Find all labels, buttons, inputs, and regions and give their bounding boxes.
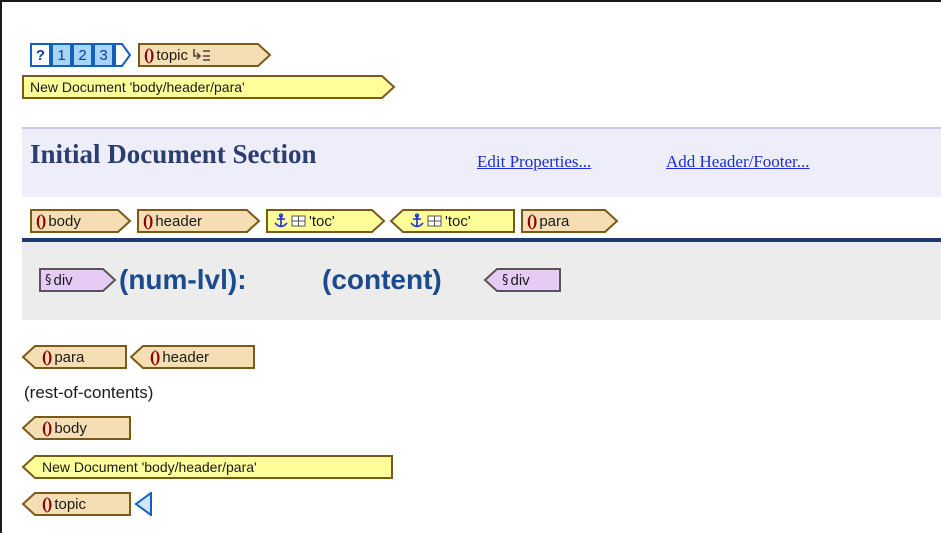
level-2-label: 2 <box>78 46 87 64</box>
header-start-tag[interactable]: () header <box>137 209 261 233</box>
toc-outline-icon <box>193 49 211 61</box>
element-icon: () <box>36 211 46 230</box>
level-1-label: 1 <box>57 46 66 64</box>
document-end-marker-icon <box>134 492 152 516</box>
topic-end-label: topic <box>54 495 87 513</box>
element-icon: () <box>144 45 154 64</box>
div-start-label: div <box>53 271 73 289</box>
body-end-tag[interactable]: () body <box>21 416 132 440</box>
body-label: body <box>48 212 81 230</box>
div-end-label: div <box>510 271 530 289</box>
template-end-tag[interactable]: New Document 'body/header/para' <box>21 455 394 479</box>
level-2-button[interactable]: 2 <box>72 43 93 67</box>
toc-anchor-end-tag[interactable]: 'toc' <box>389 209 516 233</box>
anchor-icon <box>410 213 424 228</box>
level-3-label: 3 <box>99 46 108 64</box>
toc-start-label: 'toc' <box>309 212 335 230</box>
help-label: ? <box>35 46 46 64</box>
element-icon: () <box>527 211 537 230</box>
toc-grid-icon <box>291 215 306 227</box>
div-start-tag[interactable]: § div <box>39 268 117 292</box>
template-end-label: New Document 'body/header/para' <box>42 459 257 475</box>
section-sign-icon: § <box>45 272 52 288</box>
toc-anchor-start-tag[interactable]: 'toc' <box>266 209 386 233</box>
section-sign-icon: § <box>502 272 509 288</box>
level-3-button[interactable]: 3 <box>93 43 114 67</box>
element-icon: () <box>42 494 52 513</box>
div-end-tag[interactable]: § div <box>483 268 562 292</box>
header-end-tag[interactable]: () header <box>129 345 256 369</box>
element-icon: () <box>42 418 52 437</box>
toc-end-label: 'toc' <box>445 212 471 230</box>
rest-of-contents-placeholder: (rest-of-contents) <box>24 383 154 402</box>
element-icon: () <box>150 347 160 366</box>
para-start-tag[interactable]: () para <box>521 209 619 233</box>
body-end-label: body <box>54 419 87 437</box>
design-view: ? 1 2 3 () topic New Document 'body/head… <box>0 0 941 533</box>
element-icon: () <box>143 211 153 230</box>
anchor-icon <box>274 213 288 228</box>
header-end-label: header <box>162 348 210 366</box>
topic-end-tag[interactable]: () topic <box>21 492 132 516</box>
element-icon: () <box>42 347 52 366</box>
help-button[interactable]: ? <box>30 43 51 67</box>
para-end-label: para <box>54 348 85 366</box>
template-start-tag[interactable]: New Document 'body/header/para' <box>22 75 396 99</box>
section-title: Initial Document Section <box>30 139 317 169</box>
topic-label: topic <box>156 46 189 64</box>
para-end-tag[interactable]: () para <box>21 345 128 369</box>
template-start-label: New Document 'body/header/para' <box>30 79 245 95</box>
num-lvl-placeholder: (num-lvl): <box>119 264 247 295</box>
body-start-tag[interactable]: () body <box>30 209 132 233</box>
level-expand-arrow-icon[interactable] <box>114 43 132 67</box>
header-label: header <box>155 212 203 230</box>
edit-properties-link[interactable]: Edit Properties... <box>477 152 591 172</box>
topic-start-tag[interactable]: () topic <box>138 43 272 67</box>
toc-grid-icon <box>427 215 442 227</box>
para-label: para <box>539 212 570 230</box>
content-placeholder: (content) <box>322 264 442 295</box>
add-header-footer-link[interactable]: Add Header/Footer... <box>666 152 810 172</box>
level-1-button[interactable]: 1 <box>51 43 72 67</box>
